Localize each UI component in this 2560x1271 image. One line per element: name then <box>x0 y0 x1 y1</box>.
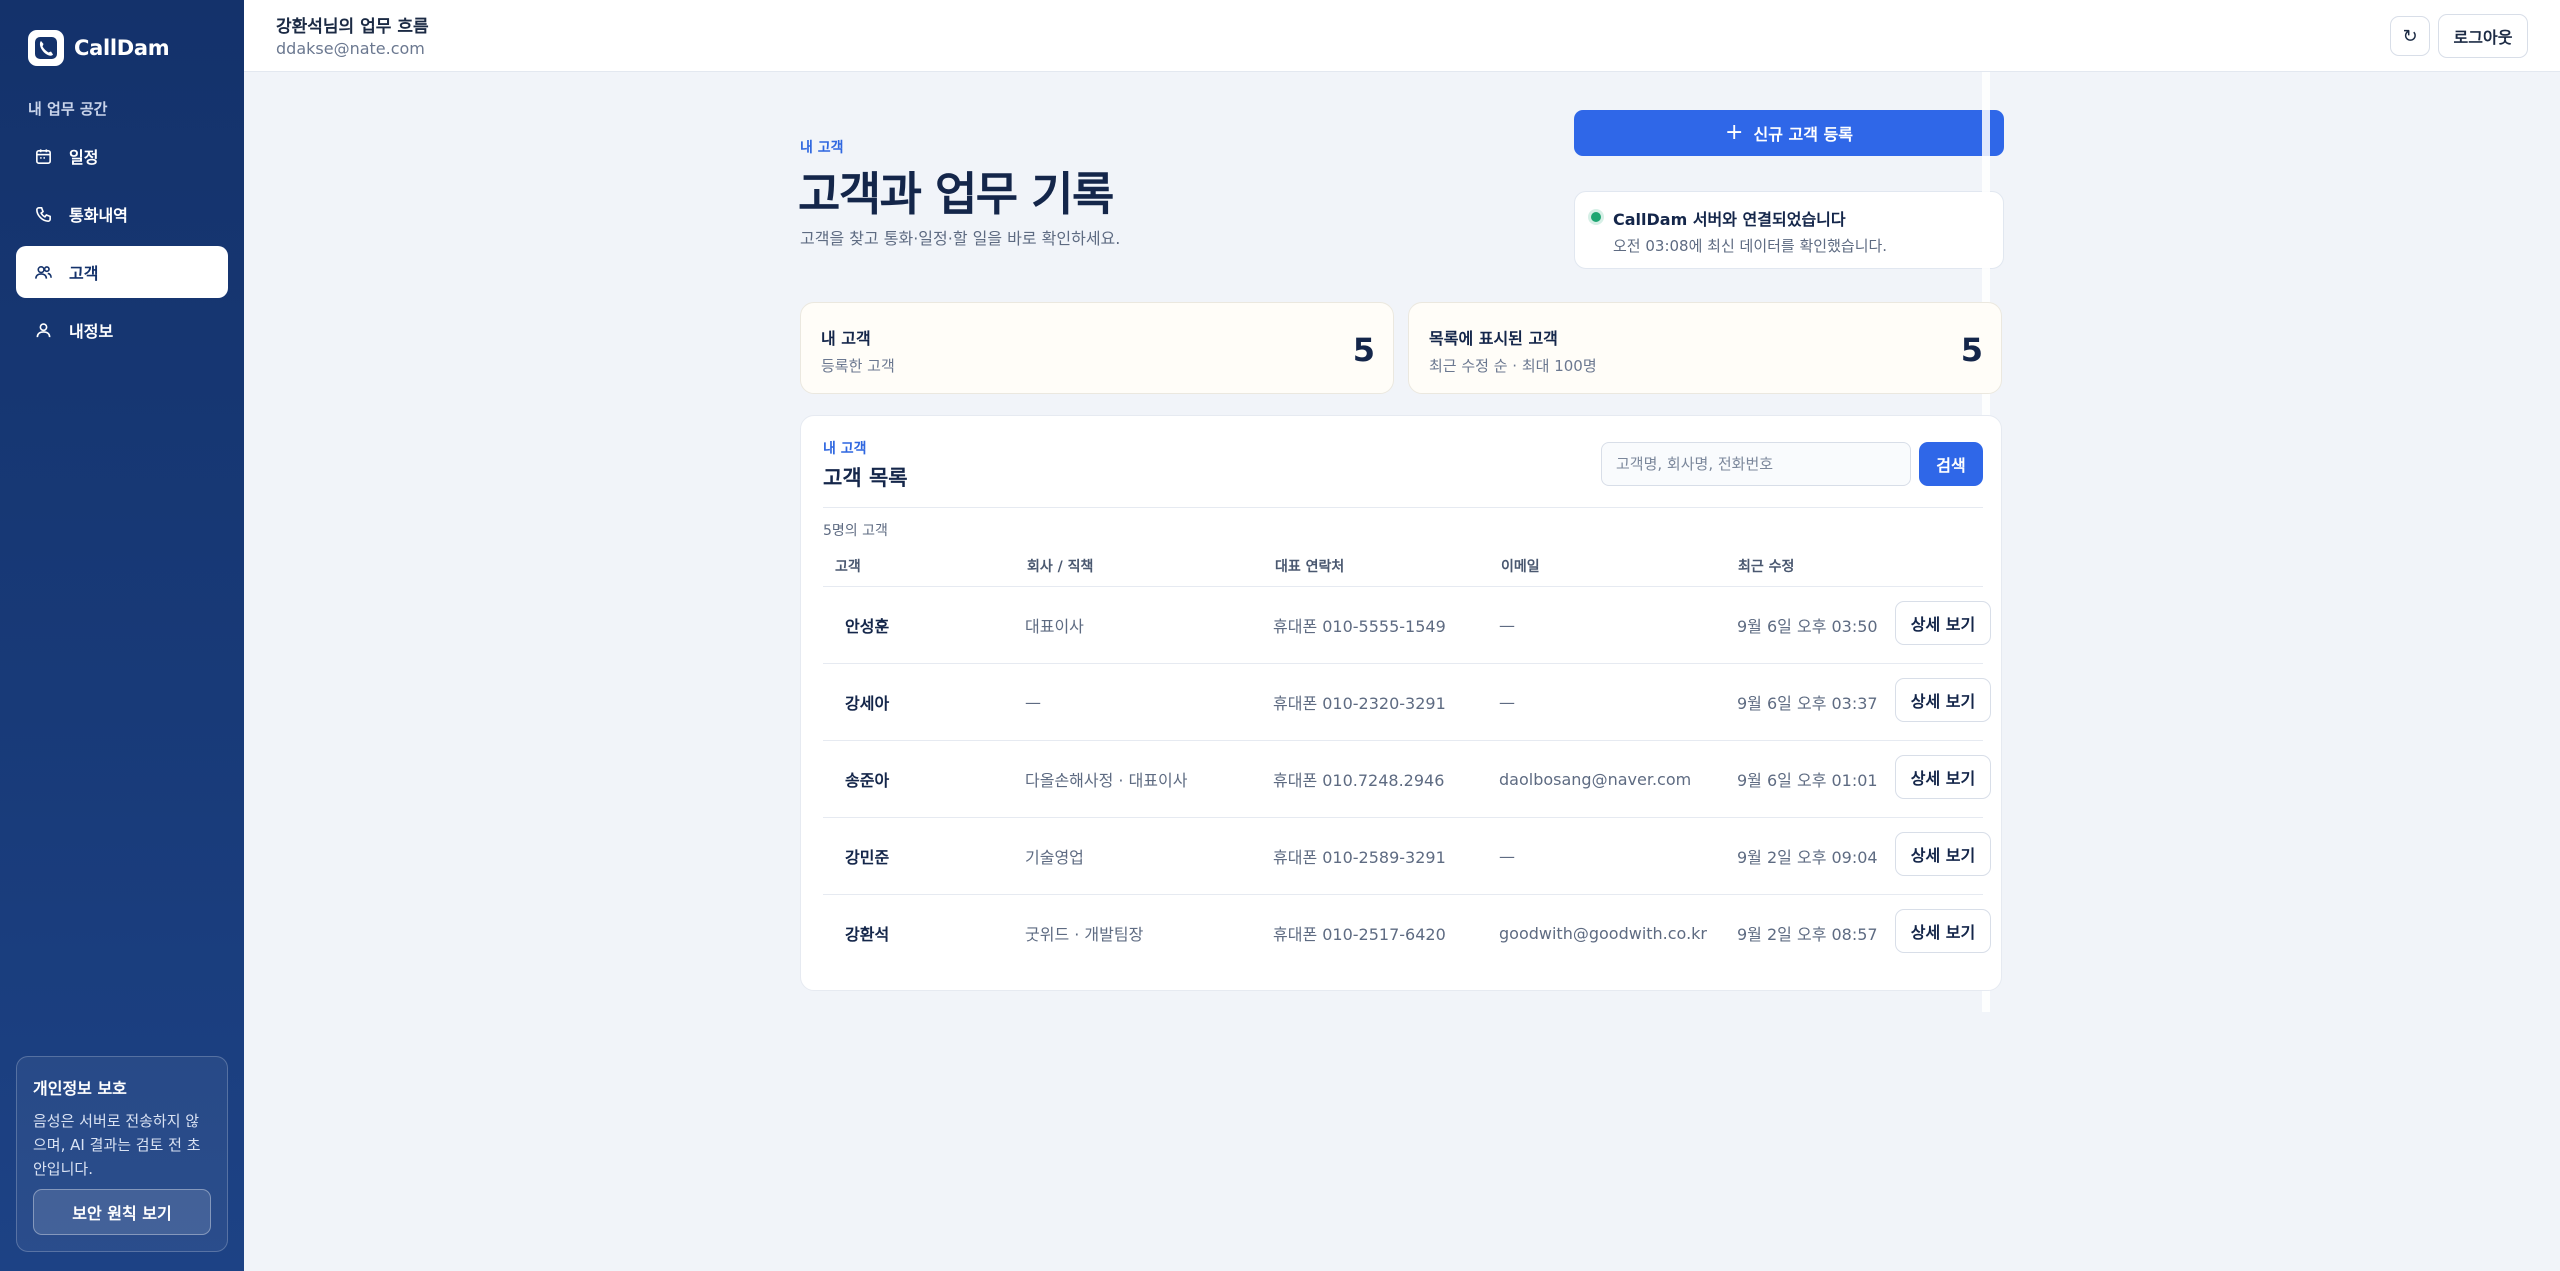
connection-text: 오전 03:08에 최신 데이터를 확인했습니다. <box>1613 237 1888 255</box>
customer-list-card: 내 고객 고객 목록 검색 5명의 고객 고객 회사 / 직책 대표 연락처 이… <box>800 415 2002 991</box>
sidebar-item-customers[interactable]: 고객 <box>16 246 228 298</box>
customer-count: 5명의 고객 <box>823 523 888 539</box>
customer-name: 강세아 <box>845 694 890 713</box>
plus-icon: + <box>1725 120 1744 145</box>
refresh-icon: ↻ <box>2402 25 2418 47</box>
app-name: CallDam <box>74 36 170 60</box>
sidebar-item-label: 내정보 <box>69 322 114 341</box>
header-title: 강환석님의 업무 흐름 <box>276 17 429 37</box>
customer-company: — <box>1025 692 1041 712</box>
customer-phone: 휴대폰 010-2517-6420 <box>1273 925 1446 944</box>
detail-button[interactable]: 상세 보기 <box>1895 678 1991 722</box>
calendar-icon <box>36 148 51 164</box>
column-header-phone: 대표 연락처 <box>1275 559 1345 575</box>
customer-email: — <box>1499 615 1515 635</box>
page-title: 고객과 업무 기록 <box>798 167 1114 221</box>
divider <box>823 507 1983 508</box>
customer-table-body: 안성훈 대표이사 휴대폰 010-5555-1549 — 9월 6일 오후 03… <box>823 587 1991 972</box>
customer-company: 굿위드 · 개발팀장 <box>1025 925 1144 944</box>
sidebar-item-label: 통화내역 <box>69 206 128 225</box>
users-icon <box>35 265 52 279</box>
search-button[interactable]: 검색 <box>1919 442 1983 486</box>
refresh-button[interactable]: ↻ <box>2390 16 2430 56</box>
customer-search-input[interactable] <box>1601 442 1911 486</box>
page-eyebrow: 내 고객 <box>800 140 844 156</box>
list-eyebrow: 내 고객 <box>823 441 867 457</box>
customer-company: 기술영업 <box>1025 848 1084 867</box>
customer-email: — <box>1499 692 1515 712</box>
customer-updated: 9월 2일 오후 09:04 <box>1737 848 1878 867</box>
calldam-logo-icon <box>28 30 64 66</box>
sidebar-item-schedule[interactable]: 일정 <box>16 130 228 182</box>
customer-phone: 휴대폰 010-2589-3291 <box>1273 848 1446 867</box>
connection-title: CallDam 서버와 연결되었습니다 <box>1613 210 1846 229</box>
column-header-updated: 최근 수정 <box>1738 559 1795 575</box>
customer-email: daolbosang@naver.com <box>1499 769 1692 789</box>
stat-value: 5 <box>1960 331 1983 369</box>
stat-label: 내 고객 <box>821 329 871 348</box>
sidebar-item-label: 고객 <box>69 264 99 283</box>
online-status-icon <box>1591 212 1601 222</box>
table-row[interactable]: 강환석 굿위드 · 개발팀장 휴대폰 010-2517-6420 goodwit… <box>823 895 1991 972</box>
brand[interactable]: CallDam <box>28 30 170 66</box>
customer-phone: 휴대폰 010.7248.2946 <box>1273 771 1445 790</box>
new-customer-button[interactable]: + 신규 고객 등록 <box>1574 110 2004 156</box>
customer-company: 다올손해사정 · 대표이사 <box>1025 771 1188 790</box>
stat-sub: 등록한 고객 <box>821 357 895 375</box>
customer-updated: 9월 6일 오후 03:37 <box>1737 694 1878 713</box>
list-title: 고객 목록 <box>823 466 908 490</box>
top-header: 강환석님의 업무 흐름 ddakse@nate.com ↻ 로그아웃 <box>244 0 2560 72</box>
sidebar-item-calls[interactable]: 통화내역 <box>16 188 228 240</box>
column-header-email: 이메일 <box>1501 559 1540 575</box>
privacy-text: 음성은 서버로 전송하지 않으며, AI 결과는 검토 전 초안입니다. <box>33 1112 201 1178</box>
detail-button[interactable]: 상세 보기 <box>1895 755 1991 799</box>
detail-button[interactable]: 상세 보기 <box>1895 832 1991 876</box>
customer-phone: 휴대폰 010-5555-1549 <box>1273 617 1446 636</box>
detail-button[interactable]: 상세 보기 <box>1895 601 1991 645</box>
customer-updated: 9월 6일 오후 01:01 <box>1737 771 1878 790</box>
privacy-title: 개인정보 보호 <box>33 1079 127 1098</box>
sidebar-nav: 일정 통화내역 고객 내정보 <box>16 130 228 362</box>
customer-name: 안성훈 <box>845 617 890 636</box>
stat-card-listed-customers: 목록에 표시된 고객 최근 수정 순 · 최대 100명 5 <box>1408 302 2002 394</box>
logout-button[interactable]: 로그아웃 <box>2438 14 2528 58</box>
customer-email: — <box>1499 846 1515 866</box>
column-header-customer: 고객 <box>835 559 861 575</box>
stat-label: 목록에 표시된 고객 <box>1429 329 1558 348</box>
table-row[interactable]: 강민준 기술영업 휴대폰 010-2589-3291 — 9월 2일 오후 09… <box>823 818 1991 895</box>
stat-value: 5 <box>1352 331 1375 369</box>
customer-email: goodwith@goodwith.co.kr <box>1499 923 1707 943</box>
table-row[interactable]: 강세아 — 휴대폰 010-2320-3291 — 9월 6일 오후 03:37… <box>823 664 1991 741</box>
sidebar: CallDam 내 업무 공간 일정 통화내역 고객 내정보 개인정보 보호 음… <box>0 0 244 1271</box>
privacy-card: 개인정보 보호 음성은 서버로 전송하지 않으며, AI 결과는 검토 전 초안… <box>16 1056 228 1252</box>
detail-button[interactable]: 상세 보기 <box>1895 909 1991 953</box>
user-email: ddakse@nate.com <box>276 39 425 58</box>
customer-name: 송준아 <box>845 771 890 790</box>
customer-phone: 휴대폰 010-2320-3291 <box>1273 694 1446 713</box>
user-icon <box>36 322 51 337</box>
customer-updated: 9월 2일 오후 08:57 <box>1737 925 1878 944</box>
table-row[interactable]: 안성훈 대표이사 휴대폰 010-5555-1549 — 9월 6일 오후 03… <box>823 587 1991 664</box>
customer-updated: 9월 6일 오후 03:50 <box>1737 617 1878 636</box>
sidebar-item-profile[interactable]: 내정보 <box>16 304 228 356</box>
customer-name: 강환석 <box>845 925 890 944</box>
stat-sub: 최근 수정 순 · 최대 100명 <box>1429 357 1597 375</box>
table-row[interactable]: 송준아 다올손해사정 · 대표이사 휴대폰 010.7248.2946 daol… <box>823 741 1991 818</box>
new-customer-label: 신규 고객 등록 <box>1753 125 1853 144</box>
column-header-company: 회사 / 직책 <box>1027 559 1094 575</box>
connection-status-card: CallDam 서버와 연결되었습니다 오전 03:08에 최신 데이터를 확인… <box>1574 191 2004 269</box>
phone-icon <box>36 206 51 222</box>
sidebar-item-label: 일정 <box>69 148 99 167</box>
customer-name: 강민준 <box>845 848 890 867</box>
security-policy-button[interactable]: 보안 원칙 보기 <box>33 1189 211 1235</box>
customer-company: 대표이사 <box>1025 617 1084 636</box>
stat-card-my-customers: 내 고객 등록한 고객 5 <box>800 302 1394 394</box>
page-subtitle: 고객을 찾고 통화·일정·할 일을 바로 확인하세요. <box>800 229 1121 248</box>
sidebar-section-label: 내 업무 공간 <box>28 100 108 118</box>
